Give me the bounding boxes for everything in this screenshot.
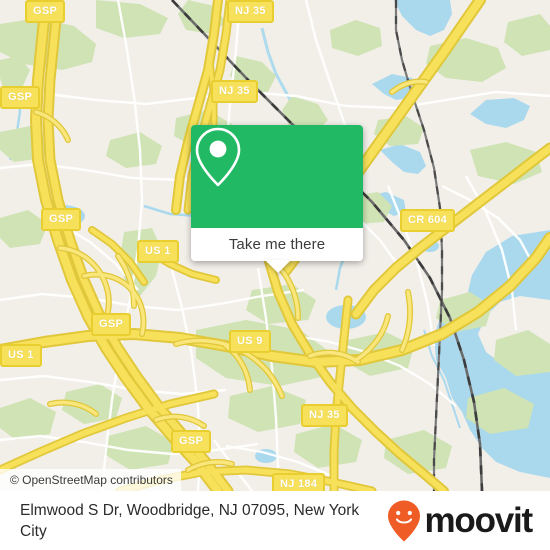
- road-shield: GSP: [41, 208, 82, 231]
- popup-card-pointer: [265, 260, 291, 273]
- take-me-there-button[interactable]: Take me there: [191, 228, 363, 261]
- road-shield: NJ 184: [272, 473, 326, 491]
- road-shield: GSP: [25, 0, 66, 23]
- moovit-wordmark: moovit: [424, 501, 533, 540]
- osm-attribution[interactable]: © OpenStreetMap contributors: [0, 469, 181, 491]
- road-shield: NJ 35: [301, 404, 348, 427]
- location-popup-card[interactable]: Take me there: [191, 125, 363, 261]
- road-shield: NJ 35: [227, 0, 274, 23]
- road-shield: US 9: [229, 330, 271, 353]
- moovit-logo[interactable]: moovit: [386, 499, 550, 543]
- screenshot-root: GSP NJ 35 GSP NJ 35 CR 604 GSP US 1 GSP US 9 US 1…: [0, 0, 550, 550]
- map-canvas[interactable]: GSP NJ 35 GSP NJ 35 CR 604 GSP US 1 GSP US 9 US 1…: [0, 0, 550, 491]
- location-title: Elmwood S Dr, Woodbridge, NJ 07095, New …: [20, 501, 360, 540]
- road-shield: NJ 35: [211, 80, 258, 103]
- road-shield: GSP: [171, 430, 212, 453]
- road-shield: CR 604: [400, 209, 456, 232]
- moovit-pin-icon: [388, 500, 421, 541]
- map-pin-icon: [195, 127, 241, 187]
- road-shield: US 1: [137, 240, 179, 263]
- footer-bar: Elmwood S Dr, Woodbridge, NJ 07095, New …: [0, 491, 550, 550]
- take-me-there-label: Take me there: [228, 236, 326, 253]
- road-shield: US 1: [0, 344, 42, 367]
- road-shield: GSP: [0, 86, 41, 109]
- road-shield: GSP: [91, 313, 132, 336]
- osm-attribution-text: © OpenStreetMap contributors: [10, 473, 173, 487]
- popup-card-header: [191, 125, 363, 228]
